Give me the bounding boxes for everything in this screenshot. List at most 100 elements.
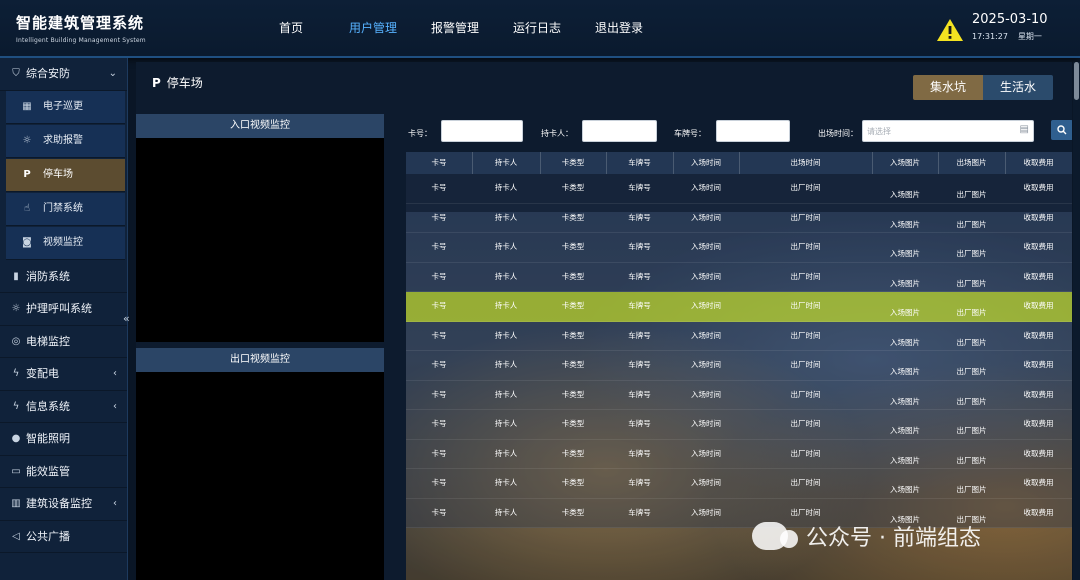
table-cell: 卡类型	[561, 212, 585, 222]
table-cell: 持卡人	[494, 330, 518, 340]
sidebar-subitem-video-monitoring[interactable]: ◙ 视频监控	[6, 226, 125, 260]
sidebar-item-public-broadcast[interactable]: ◁ 公共广播	[0, 521, 127, 553]
plate-input[interactable]	[716, 120, 790, 142]
table-cell: 卡类型	[561, 419, 585, 428]
nav-alarm-management[interactable]: 报警管理	[414, 0, 496, 56]
table-cell: 卡类型	[561, 330, 585, 340]
table-cell: 卡号	[431, 330, 447, 340]
sidebar-subitem-help-alarm[interactable]: ☼ 求助报警	[6, 124, 125, 158]
tab-sump-pit[interactable]: 集水坑	[913, 75, 983, 100]
table-cell: 卡类型	[561, 301, 585, 310]
sidebar-item-label: 门禁系统	[43, 202, 83, 214]
table-cell: 卡号	[431, 271, 447, 281]
search-button[interactable]	[1051, 120, 1072, 140]
exit-time-picker[interactable]: 请选择 ▤	[862, 120, 1034, 142]
table-cell: 入场时间	[691, 448, 721, 458]
bulb-icon: ●	[11, 433, 21, 444]
exit-time-label: 出场时间：	[818, 129, 858, 138]
table-cell: 车牌号	[628, 478, 651, 487]
sidebar-item-energy-efficiency[interactable]: ▭ 能效监管	[0, 456, 127, 488]
table-cell: 车牌号	[628, 330, 651, 340]
sidebar-item-nurse-call[interactable]: ☼ 护理呼叫系统	[0, 293, 127, 326]
column-header: 收取费用	[1005, 152, 1072, 174]
table-cell: 持卡人	[494, 478, 518, 487]
table-cell: 收取费用	[1023, 242, 1054, 251]
table-row[interactable]: 卡号 持卡人 卡类型 车牌号 入场时间 出厂时间 入场图片 出厂图片 收取费用	[406, 174, 1072, 204]
tab-domestic-water[interactable]: 生活水	[983, 75, 1053, 100]
table-cell: 持卡人	[494, 242, 518, 251]
search-icon	[1057, 125, 1067, 135]
table-cell: 入场时间	[691, 183, 721, 192]
warning-icon[interactable]	[936, 18, 964, 42]
table-cell: 车牌号	[628, 419, 651, 428]
fire-extinguisher-icon: ▮	[13, 270, 19, 282]
nav-user-management[interactable]: 用户管理	[332, 0, 414, 56]
table-row[interactable]: 卡号 持卡人 卡类型 车牌号 入场时间 出厂时间 入场图片 出厂图片 收取费用	[406, 351, 1072, 381]
table-row[interactable]: 卡号 持卡人 卡类型 车牌号 入场时间 出厂时间 入场图片 出厂图片 收取费用	[406, 262, 1072, 292]
sidebar-item-information-system[interactable]: ϟ 信息系统 ‹	[0, 391, 127, 423]
table-cell: 出厂图片	[956, 426, 987, 435]
sidebar-collapse-icon[interactable]: «	[123, 312, 130, 325]
sidebar-item-label: 求助报警	[43, 134, 83, 146]
table-cell: 持卡人	[494, 507, 518, 517]
table-row[interactable]: 卡号 持卡人 卡类型 车牌号 入场时间 出厂时间 入场图片 出厂图片 收取费用	[406, 321, 1072, 351]
table-cell: 出厂图片	[956, 367, 987, 376]
table-cell: 出厂图片	[956, 337, 987, 347]
page-scrollbar[interactable]	[1073, 62, 1080, 580]
table-cell: 卡类型	[561, 389, 585, 399]
table-cell: 车牌号	[628, 448, 651, 458]
table-cell: 出厂时间	[790, 330, 821, 340]
table-cell: 入场图片	[890, 278, 920, 288]
table-row[interactable]: 卡号 持卡人 卡类型 车牌号 入场时间 出厂时间 入场图片 出厂图片 收取费用	[406, 439, 1072, 469]
table-cell: 入场图片	[890, 219, 920, 229]
chevron-left-icon: ‹	[113, 498, 117, 509]
sidebar-item-smart-lighting[interactable]: ● 智能照明	[0, 423, 127, 456]
nav-home[interactable]: 首页	[250, 0, 332, 56]
nav-logout[interactable]: 退出登录	[578, 0, 660, 56]
sidebar-subitem-parking[interactable]: P 停车场	[6, 158, 125, 192]
sidebar-item-power-distribution[interactable]: ϟ 变配电 ‹	[0, 358, 127, 391]
chevron-down-icon: ⌄	[108, 68, 117, 79]
table-cell: 卡号	[431, 478, 447, 487]
card-number-input[interactable]	[441, 120, 523, 142]
chevron-left-icon: ‹	[113, 368, 117, 379]
table-cell: 出厂时间	[790, 183, 821, 192]
sidebar-subitem-access-control[interactable]: ☝ 门禁系统	[6, 192, 125, 226]
wechat-icon	[752, 522, 798, 550]
table-cell: 出厂时间	[790, 478, 821, 487]
table-row[interactable]: 卡号 持卡人 卡类型 车牌号 入场时间 出厂时间 入场图片 出厂图片 收取费用	[406, 410, 1072, 440]
holder-input[interactable]	[582, 120, 657, 142]
table-row[interactable]: 卡号 持卡人 卡类型 车牌号 入场时间 出厂时间 入场图片 出厂图片 收取费用	[406, 380, 1072, 410]
calendar-icon: ▤	[1019, 124, 1029, 135]
table-row[interactable]: 卡号 持卡人 卡类型 车牌号 入场时间 出厂时间 入场图片 出厂图片 收取费用	[406, 233, 1072, 263]
exit-video-player[interactable]	[136, 372, 384, 580]
table-cell: 持卡人	[494, 301, 518, 310]
sidebar-item-fire-system[interactable]: ▮ 消防系统	[0, 261, 127, 293]
table-cell: 持卡人	[494, 212, 518, 222]
table-cell: 车牌号	[628, 212, 651, 222]
sidebar-item-label: 变配电	[26, 367, 59, 380]
column-header: 持卡人	[472, 152, 541, 174]
column-header: 出场图片	[938, 152, 1006, 174]
table-cell: 持卡人	[494, 183, 518, 192]
table-row[interactable]: 卡号 持卡人 卡类型 车牌号 入场时间 出厂时间 入场图片 出厂图片 收取费用	[406, 469, 1072, 499]
sidebar-subitem-patrol[interactable]: ▦ 电子巡更	[6, 90, 125, 124]
sidebar: ⛉ 综合安防 ⌄ ▦ 电子巡更 ☼ 求助报警 P 停车场 ☝ 门禁系统 ◙ 视频…	[0, 58, 128, 580]
nav-run-log[interactable]: 运行日志	[496, 0, 578, 56]
table-row[interactable]: 卡号 持卡人 卡类型 车牌号 入场时间 出厂时间 入场图片 出厂图片 收取费用	[406, 292, 1072, 322]
table-row[interactable]: 卡号 持卡人 卡类型 车牌号 入场时间 出厂时间 入场图片 出厂图片 收取费用	[406, 203, 1072, 233]
table-cell: 收取费用	[1023, 183, 1054, 192]
sidebar-item-elevator[interactable]: ◎ 电梯监控	[0, 326, 127, 358]
table-cell: 卡类型	[561, 507, 585, 517]
table-cell: 卡类型	[561, 242, 585, 251]
scrollbar-thumb[interactable]	[1074, 62, 1079, 100]
table-cell: 收取费用	[1023, 330, 1054, 340]
table-cell: 入场图片	[890, 455, 920, 465]
watermark-text: 公众号 · 前端组态	[806, 526, 981, 551]
table-cell: 车牌号	[628, 271, 651, 281]
entry-video-player[interactable]	[136, 138, 384, 342]
sidebar-item-building-equipment[interactable]: ▥ 建筑设备监控 ‹	[0, 488, 127, 521]
sidebar-item-integrated-security[interactable]: ⛉ 综合安防 ⌄	[0, 58, 127, 91]
table-cell: 卡号	[431, 301, 447, 310]
parking-icon: P	[152, 76, 161, 90]
